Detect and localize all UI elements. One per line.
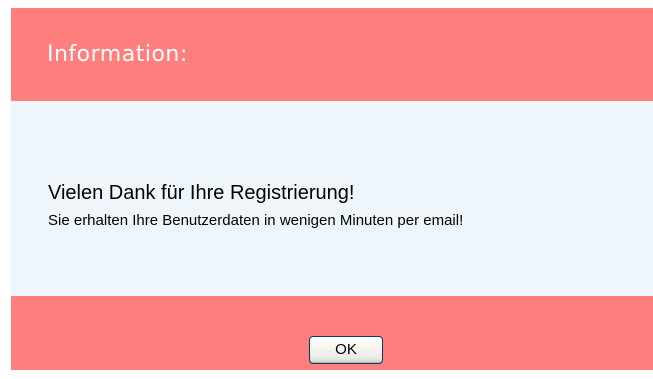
dialog-title: Information: [47,42,188,67]
ok-button[interactable]: OK [309,336,383,364]
information-dialog: Information: Vielen Dank für Ihre Regist… [11,8,653,370]
dialog-header: Information: [11,8,653,101]
credentials-info-message: Sie erhalten Ihre Benutzerdaten in wenig… [48,212,464,229]
dialog-footer: OK [11,296,653,370]
dialog-content: Vielen Dank für Ihre Registrierung! Sie … [11,101,653,296]
registration-thanks-message: Vielen Dank für Ihre Registrierung! [48,182,355,204]
